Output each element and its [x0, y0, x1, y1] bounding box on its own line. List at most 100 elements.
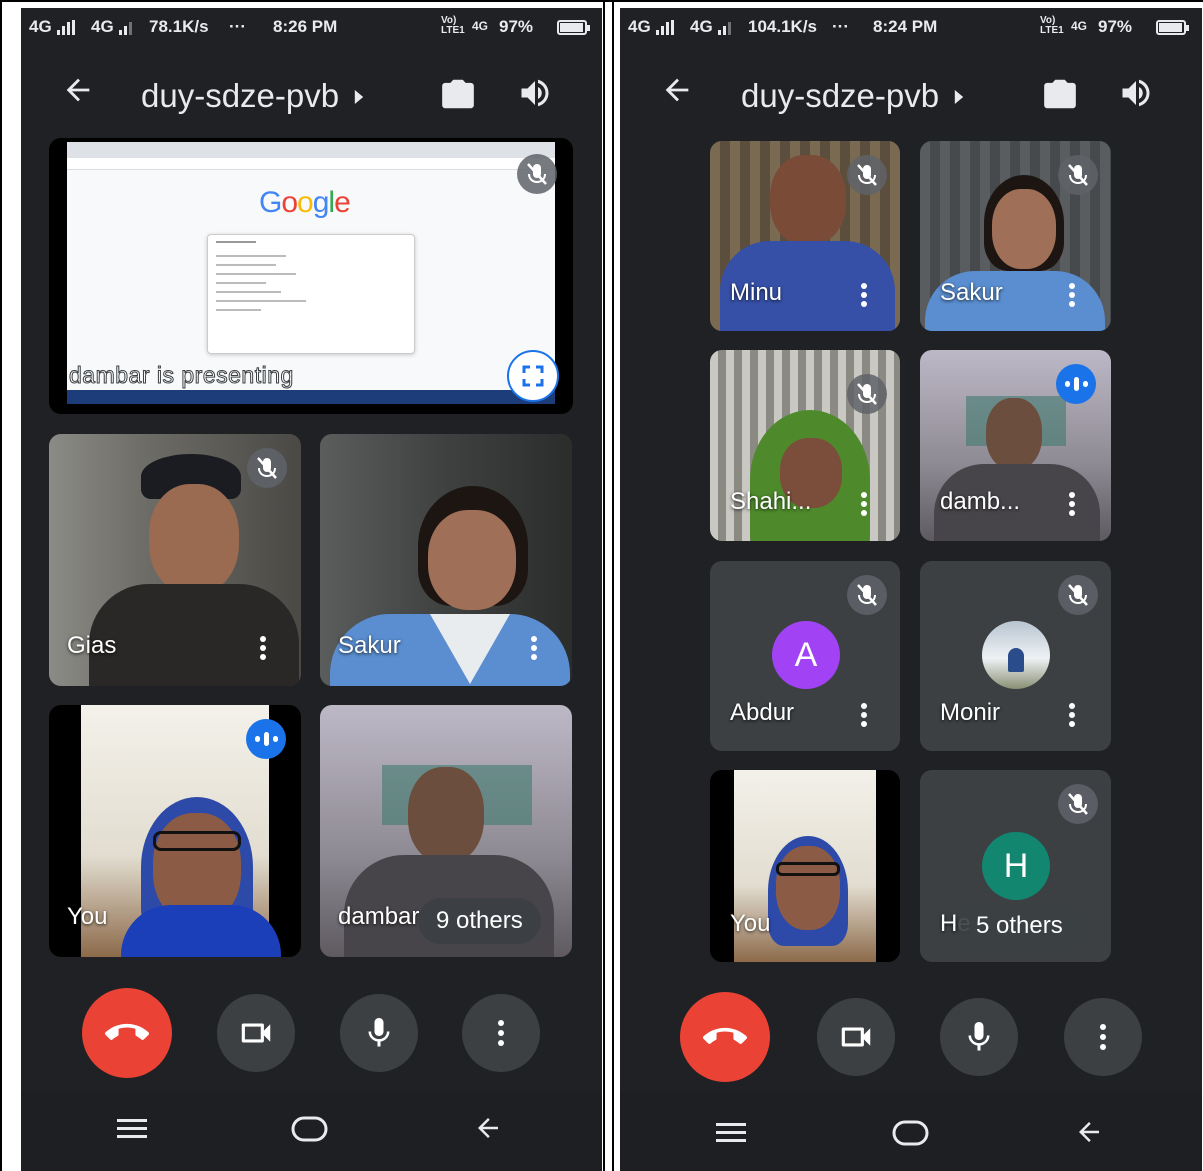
right-phone-screen: 4G 4G 104.1K/s ··· 8:24 PM Vo) LTE1 4G 9… [620, 8, 1202, 1171]
left-phone-screen: 4G 4G 78.1K/s ··· 8:26 PM Vo) LTE1 4G 97… [21, 8, 602, 1171]
self-view-tile[interactable]: You [49, 705, 301, 957]
mic-off-icon [1058, 784, 1098, 824]
participant-name: You [67, 903, 108, 930]
face [428, 510, 516, 610]
meeting-code[interactable]: duy-sdze-pvb [741, 77, 966, 115]
more-vert-icon[interactable] [860, 281, 868, 309]
more-vert-icon[interactable] [860, 701, 868, 729]
glasses [776, 862, 840, 876]
more-vert-icon[interactable] [1068, 701, 1076, 729]
participant-tile[interactable]: H He 5 others [920, 770, 1111, 962]
battery-icon [557, 20, 590, 35]
participant-tile[interactable]: Minu [710, 141, 900, 331]
menu-icon[interactable] [117, 1117, 149, 1146]
end-call-button[interactable] [680, 992, 770, 1082]
participant-tile[interactable]: Gias [49, 434, 301, 686]
search-suggestions [207, 234, 415, 354]
camera-flip-icon[interactable] [439, 75, 477, 113]
face [149, 484, 239, 594]
network-speed: 104.1K/s [748, 17, 817, 36]
nav-back-icon[interactable] [471, 1113, 505, 1148]
camera-flip-icon[interactable] [1041, 75, 1079, 113]
overflow-dots: ··· [832, 17, 849, 36]
more-options-button[interactable] [1064, 998, 1142, 1076]
participant-name: Sakur [940, 279, 1003, 306]
scarf [121, 905, 281, 957]
left-border [0, 0, 2, 1171]
home-icon[interactable] [291, 1115, 329, 1148]
net-4g-label: 4G [1071, 19, 1088, 33]
mic-toggle-button[interactable] [340, 994, 418, 1072]
mic-off-icon [847, 575, 887, 615]
fullscreen-icon[interactable] [507, 350, 559, 402]
more-vert-icon[interactable] [860, 490, 868, 518]
back-arrow-icon[interactable] [61, 73, 95, 116]
home-icon[interactable] [892, 1119, 930, 1152]
participant-tile[interactable]: damb... [920, 350, 1111, 541]
top-divider [0, 0, 1203, 2]
nav-back-icon[interactable] [1072, 1117, 1106, 1152]
signal-icon [656, 20, 674, 35]
mic-off-icon [1058, 155, 1098, 195]
meeting-code[interactable]: duy-sdze-pvb [141, 77, 366, 115]
participant-tile[interactable]: A Abdur [710, 561, 900, 751]
participant-name: Monir [940, 699, 1001, 726]
center-divider-b [612, 0, 614, 1171]
others-chip[interactable]: 9 others [418, 898, 541, 944]
end-call-button[interactable] [82, 988, 172, 1078]
presentation-tile[interactable]: Google dambar is presenting [49, 138, 573, 414]
end-call-icon [105, 1023, 149, 1040]
clock: 8:24 PM [873, 17, 938, 36]
more-vert-icon [498, 1020, 504, 1046]
participant-name: damb... [940, 488, 1021, 515]
camera-toggle-button[interactable] [217, 994, 295, 1072]
speaking-icon [1056, 364, 1096, 404]
status-bar: 4G 4G 78.1K/s ··· 8:26 PM Vo) LTE1 4G 97… [21, 8, 602, 48]
participant-name: dambar [338, 903, 420, 930]
more-vert-icon[interactable] [1068, 490, 1076, 518]
avatar: H [982, 832, 1050, 900]
more-vert-icon[interactable] [1068, 281, 1076, 309]
more-options-button[interactable] [462, 994, 540, 1072]
volte-label: Vo) LTE1 [441, 15, 465, 36]
mic-off-icon [517, 154, 557, 194]
mic-icon [368, 1018, 390, 1047]
battery-icon [1156, 20, 1189, 35]
face [776, 846, 840, 930]
participant-tile[interactable]: Sakur [920, 141, 1111, 331]
more-vert-icon [1100, 1024, 1106, 1050]
mic-off-icon [1058, 575, 1098, 615]
meeting-header: duy-sdze-pvb [620, 63, 1202, 133]
composite-screenshot: 4G 4G 78.1K/s ··· 8:26 PM Vo) LTE1 4G 97… [0, 0, 1203, 1171]
participant-tile[interactable]: Monir [920, 561, 1111, 751]
arrow-right-icon [355, 90, 364, 104]
android-nav-bar [620, 1091, 1202, 1171]
self-view-tile[interactable]: You [710, 770, 900, 962]
net-4g-label: 4G [472, 19, 489, 33]
speaker-icon[interactable] [1118, 75, 1156, 113]
menu-icon[interactable] [716, 1121, 748, 1150]
participant-tile[interactable]: Sakur [320, 434, 572, 686]
glasses [153, 831, 241, 851]
participant-tile[interactable]: Shahi... [710, 350, 900, 541]
google-logo: Google [259, 186, 351, 219]
battery-percent: 97% [499, 17, 534, 36]
mic-icon [968, 1022, 990, 1051]
more-vert-icon[interactable] [530, 634, 538, 662]
camera-toggle-button[interactable] [817, 998, 895, 1076]
video-camera-icon [241, 1023, 271, 1043]
participant-tile[interactable]: dambar 9 others [320, 705, 572, 957]
back-arrow-icon[interactable] [660, 73, 694, 116]
network-type-2: 4G [91, 17, 114, 36]
network-speed: 78.1K/s [149, 17, 209, 36]
mic-toggle-button[interactable] [940, 998, 1018, 1076]
mic-off-icon [247, 448, 287, 488]
speaking-icon [246, 719, 286, 759]
more-vert-icon[interactable] [259, 634, 267, 662]
end-call-icon [703, 1027, 747, 1044]
speaker-icon[interactable] [517, 75, 555, 113]
others-chip[interactable]: 5 others [958, 903, 1081, 949]
avatar [982, 621, 1050, 689]
face [408, 767, 484, 863]
browser-address-bar [67, 158, 555, 170]
